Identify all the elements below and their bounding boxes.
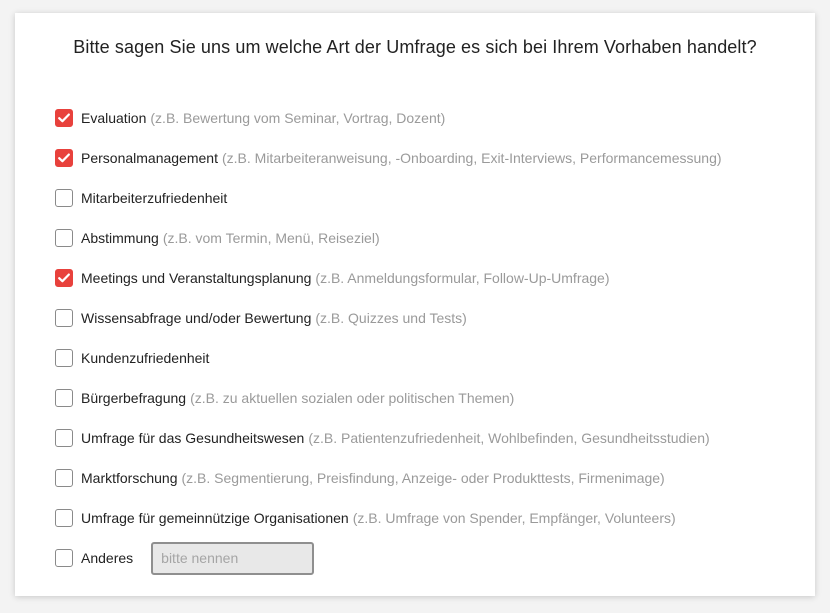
option-hint: (z.B. Patientenzufriedenheit, Wohlbefind… — [308, 430, 710, 446]
checkmark-icon — [58, 273, 70, 283]
option-hint: (z.B. Bewertung vom Seminar, Vortrag, Do… — [150, 110, 446, 126]
checkmark-icon — [58, 153, 70, 163]
checkbox-gesundheitswesen[interactable] — [55, 429, 73, 447]
checkbox-meetings[interactable] — [55, 269, 73, 287]
option-label: Anderes — [81, 550, 134, 566]
other-text-input[interactable] — [151, 541, 315, 575]
option-anderes[interactable]: Anderes — [55, 538, 795, 578]
checkbox-mitarbeiterzufriedenheit[interactable] — [55, 189, 73, 207]
option-mitarbeiterzufriedenheit[interactable]: Mitarbeiterzufriedenheit — [55, 178, 795, 218]
option-label: Marktforschung — [81, 470, 178, 486]
option-evaluation[interactable]: Evaluation (z.B. Bewertung vom Seminar, … — [55, 98, 795, 138]
question-title: Bitte sagen Sie uns um welche Art der Um… — [73, 37, 757, 57]
option-personalmanagement[interactable]: Personalmanagement (z.B. Mitarbeiteranwe… — [55, 138, 795, 178]
option-label: Abstimmung — [81, 230, 159, 246]
option-kundenzufriedenheit[interactable]: Kundenzufriedenheit — [55, 338, 795, 378]
checkmark-icon — [58, 113, 70, 123]
option-gemeinnuetzige-organisationen[interactable]: Umfrage für gemeinnützige Organisationen… — [55, 498, 795, 538]
option-hint: (z.B. Quizzes und Tests) — [315, 310, 467, 326]
option-gesundheitswesen[interactable]: Umfrage für das Gesundheitswesen (z.B. P… — [55, 418, 795, 458]
option-hint: (z.B. Segmentierung, Preisfindung, Anzei… — [181, 470, 665, 486]
option-hint: (z.B. Mitarbeiteranweisung, -Onboarding,… — [221, 150, 722, 166]
checkbox-personalmanagement[interactable] — [55, 149, 73, 167]
option-marktforschung[interactable]: Marktforschung (z.B. Segmentierung, Prei… — [55, 458, 795, 498]
checkbox-kundenzufriedenheit[interactable] — [55, 349, 73, 367]
option-label: Personalmanagement — [81, 150, 218, 166]
options-list: Evaluation (z.B. Bewertung vom Seminar, … — [55, 98, 795, 578]
option-label: Evaluation — [81, 110, 147, 126]
option-hint: (z.B. Umfrage von Spender, Empfänger, Vo… — [352, 510, 676, 526]
option-label: Wissensabfrage und/oder Bewertung — [81, 310, 312, 326]
option-buergerbefragung[interactable]: Bürgerbefragung (z.B. zu aktuellen sozia… — [55, 378, 795, 418]
option-label: Meetings und Veranstaltungsplanung — [81, 270, 312, 286]
checkbox-wissensabfrage[interactable] — [55, 309, 73, 327]
option-meetings[interactable]: Meetings und Veranstaltungsplanung (z.B.… — [55, 258, 795, 298]
checkbox-evaluation[interactable] — [55, 109, 73, 127]
option-hint: (z.B. zu aktuellen sozialen oder politis… — [190, 390, 515, 406]
option-abstimmung[interactable]: Abstimmung (z.B. vom Termin, Menü, Reise… — [55, 218, 795, 258]
checkbox-buergerbefragung[interactable] — [55, 389, 73, 407]
option-label: Kundenzufriedenheit — [81, 350, 210, 366]
option-label: Umfrage für das Gesundheitswesen — [81, 430, 305, 446]
option-wissensabfrage[interactable]: Wissensabfrage und/oder Bewertung (z.B. … — [55, 298, 795, 338]
option-label: Umfrage für gemeinnützige Organisationen — [81, 510, 349, 526]
option-hint: (z.B. vom Termin, Menü, Reiseziel) — [162, 230, 380, 246]
checkbox-abstimmung[interactable] — [55, 229, 73, 247]
option-label: Mitarbeiterzufriedenheit — [81, 190, 228, 206]
option-hint: (z.B. Anmeldungsformular, Follow-Up-Umfr… — [315, 270, 610, 286]
option-label: Bürgerbefragung — [81, 390, 187, 406]
survey-card: Bitte sagen Sie uns um welche Art der Um… — [15, 13, 815, 596]
checkbox-gemeinnuetzige-organisationen[interactable] — [55, 509, 73, 527]
checkbox-marktforschung[interactable] — [55, 469, 73, 487]
checkbox-anderes[interactable] — [55, 549, 73, 567]
